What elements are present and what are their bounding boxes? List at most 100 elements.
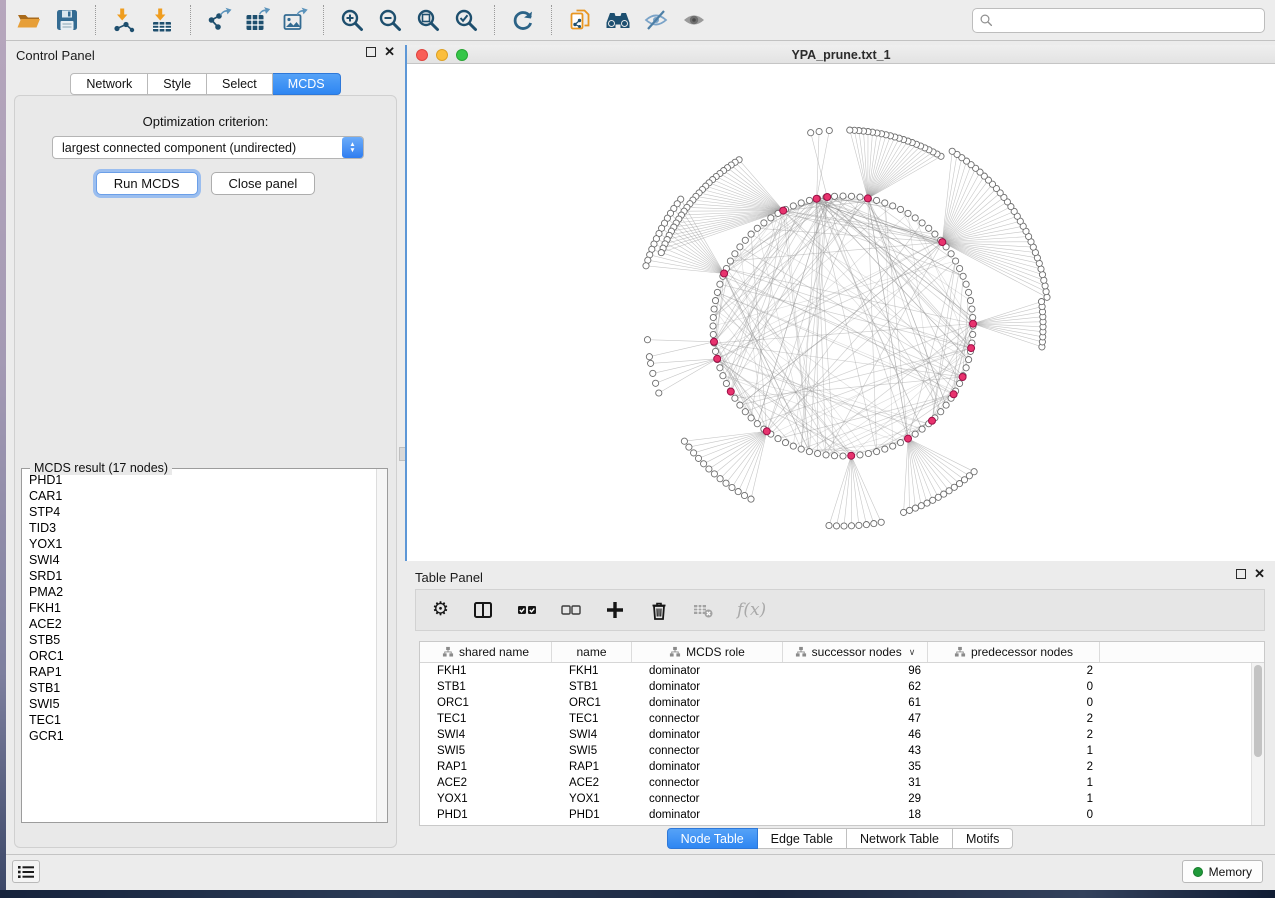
cell-successors: 35: [783, 761, 928, 773]
table-row[interactable]: SWI4SWI4dominator462: [420, 727, 1251, 743]
task-history-button[interactable]: [12, 860, 40, 883]
mcds-result-item[interactable]: YOX1: [23, 536, 375, 552]
table-row[interactable]: PHD1PHD1dominator180: [420, 807, 1251, 823]
columns-icon: [473, 600, 493, 620]
import-network-button[interactable]: [105, 3, 143, 37]
deselect-all-button[interactable]: [561, 600, 581, 620]
zoom-fit-button[interactable]: [409, 3, 447, 37]
tab-select[interactable]: Select: [207, 73, 273, 95]
export-network-button[interactable]: [200, 3, 238, 37]
column-header-predecessors[interactable]: predecessor nodes: [928, 642, 1100, 662]
application-window: Control Panel ✕ NetworkStyleSelectMCDS O…: [6, 0, 1275, 890]
mcds-result-item[interactable]: PHD1: [23, 472, 375, 488]
columns-button[interactable]: [473, 600, 493, 620]
gear-button[interactable]: ⚙: [432, 600, 449, 620]
mcds-result-item[interactable]: FKH1: [23, 600, 375, 616]
table-row[interactable]: RAP1RAP1dominator352: [420, 759, 1251, 775]
mcds-result-item[interactable]: SWI5: [23, 696, 375, 712]
mcds-list-scrollbar[interactable]: [376, 469, 387, 822]
mcds-result-item[interactable]: CAR1: [23, 488, 375, 504]
mcds-result-item[interactable]: SWI4: [23, 552, 375, 568]
hide-panels-button[interactable]: [637, 3, 675, 37]
delete-column-button[interactable]: [649, 600, 669, 620]
float-icon[interactable]: [1236, 569, 1246, 579]
table-row[interactable]: ACE2ACE2connector311: [420, 775, 1251, 791]
table-row[interactable]: SWI5SWI5connector431: [420, 743, 1251, 759]
zoom-in-button[interactable]: [333, 3, 371, 37]
save-icon: [54, 7, 80, 33]
close-panel-button[interactable]: Close panel: [211, 172, 316, 195]
mcds-result-groupbox: MCDS result (17 nodes) PHD1CAR1STP4TID3Y…: [21, 468, 388, 823]
tab-node-table[interactable]: Node Table: [667, 828, 758, 849]
export-table-button[interactable]: [238, 3, 276, 37]
table-row[interactable]: TEC1TEC1connector472: [420, 711, 1251, 727]
tab-edge-table[interactable]: Edge Table: [758, 828, 847, 849]
table-row[interactable]: FKH1FKH1dominator962: [420, 663, 1251, 679]
mcds-result-item[interactable]: ORC1: [23, 648, 375, 664]
import-table-button[interactable]: [143, 3, 181, 37]
network-canvas[interactable]: [407, 64, 1275, 561]
tab-network[interactable]: Network: [70, 73, 148, 95]
table-scrollbar[interactable]: [1251, 663, 1264, 825]
table-row[interactable]: STB1STB1dominator620: [420, 679, 1251, 695]
optimization-criterion-label: Optimization criterion:: [15, 114, 396, 129]
clone-network-button[interactable]: [561, 3, 599, 37]
search-network-button[interactable]: [599, 3, 637, 37]
table-row[interactable]: ORC1ORC1dominator610: [420, 695, 1251, 711]
mcds-result-item[interactable]: STP4: [23, 504, 375, 520]
mcds-result-item[interactable]: TID3: [23, 520, 375, 536]
tab-style[interactable]: Style: [148, 73, 207, 95]
zoom-selected-button[interactable]: [447, 3, 485, 37]
cell-name: ACE2: [552, 777, 632, 789]
search-box[interactable]: [972, 8, 1265, 33]
select-all-button[interactable]: [517, 600, 537, 620]
memory-label: Memory: [1209, 865, 1252, 879]
cell-role: dominator: [632, 729, 783, 741]
close-icon[interactable]: ✕: [1254, 569, 1265, 579]
mcds-result-item[interactable]: SRD1: [23, 568, 375, 584]
search-input[interactable]: [998, 14, 1258, 28]
table-panel-title: Table Panel: [415, 570, 483, 585]
mcds-result-item[interactable]: TEC1: [23, 712, 375, 728]
tab-network-table[interactable]: Network Table: [847, 828, 953, 849]
column-header-role[interactable]: MCDS role: [632, 642, 783, 662]
toolbar-separator: [494, 5, 495, 35]
cell-name: SWI4: [552, 729, 632, 741]
memory-button[interactable]: Memory: [1182, 860, 1263, 883]
show-panels-button[interactable]: [675, 3, 713, 37]
delete-column-icon: [649, 600, 669, 620]
mcds-result-item[interactable]: RAP1: [23, 664, 375, 680]
open-folder-button[interactable]: [10, 3, 48, 37]
cell-shared_name: PHD1: [420, 809, 552, 821]
optimization-criterion-select[interactable]: largest connected component (undirected)…: [52, 136, 364, 159]
mcds-result-item[interactable]: GCR1: [23, 728, 375, 744]
mcds-result-item[interactable]: ACE2: [23, 616, 375, 632]
add-column-button[interactable]: [605, 600, 625, 620]
column-header-successors[interactable]: successor nodes∨: [783, 642, 928, 662]
column-label: name: [576, 645, 606, 659]
cell-role: dominator: [632, 761, 783, 773]
function-button[interactable]: f(x): [737, 600, 766, 620]
save-button[interactable]: [48, 3, 86, 37]
mcds-result-list[interactable]: PHD1CAR1STP4TID3YOX1SWI4SRD1PMA2FKH1ACE2…: [23, 472, 375, 821]
mcds-result-item[interactable]: STB5: [23, 632, 375, 648]
run-mcds-button[interactable]: Run MCDS: [96, 172, 198, 195]
float-icon[interactable]: [366, 47, 376, 57]
tab-mcds[interactable]: MCDS: [273, 73, 341, 95]
network-window-titlebar[interactable]: YPA_prune.txt_1: [407, 45, 1275, 64]
close-icon[interactable]: ✕: [384, 47, 395, 57]
zoom-out-button[interactable]: [371, 3, 409, 37]
refresh-button[interactable]: [504, 3, 542, 37]
column-header-filler: [1100, 642, 1264, 662]
column-header-shared_name[interactable]: shared name: [420, 642, 552, 662]
tab-motifs[interactable]: Motifs: [953, 828, 1013, 849]
export-image-button[interactable]: [276, 3, 314, 37]
table-row[interactable]: YOX1YOX1connector291: [420, 791, 1251, 807]
column-label: predecessor nodes: [971, 645, 1073, 659]
mcds-result-item[interactable]: PMA2: [23, 584, 375, 600]
column-header-name[interactable]: name: [552, 642, 632, 662]
delete-table-button[interactable]: [693, 600, 713, 620]
cell-predecessors: 2: [928, 665, 1100, 677]
network-window: YPA_prune.txt_1: [405, 45, 1275, 561]
mcds-result-item[interactable]: STB1: [23, 680, 375, 696]
